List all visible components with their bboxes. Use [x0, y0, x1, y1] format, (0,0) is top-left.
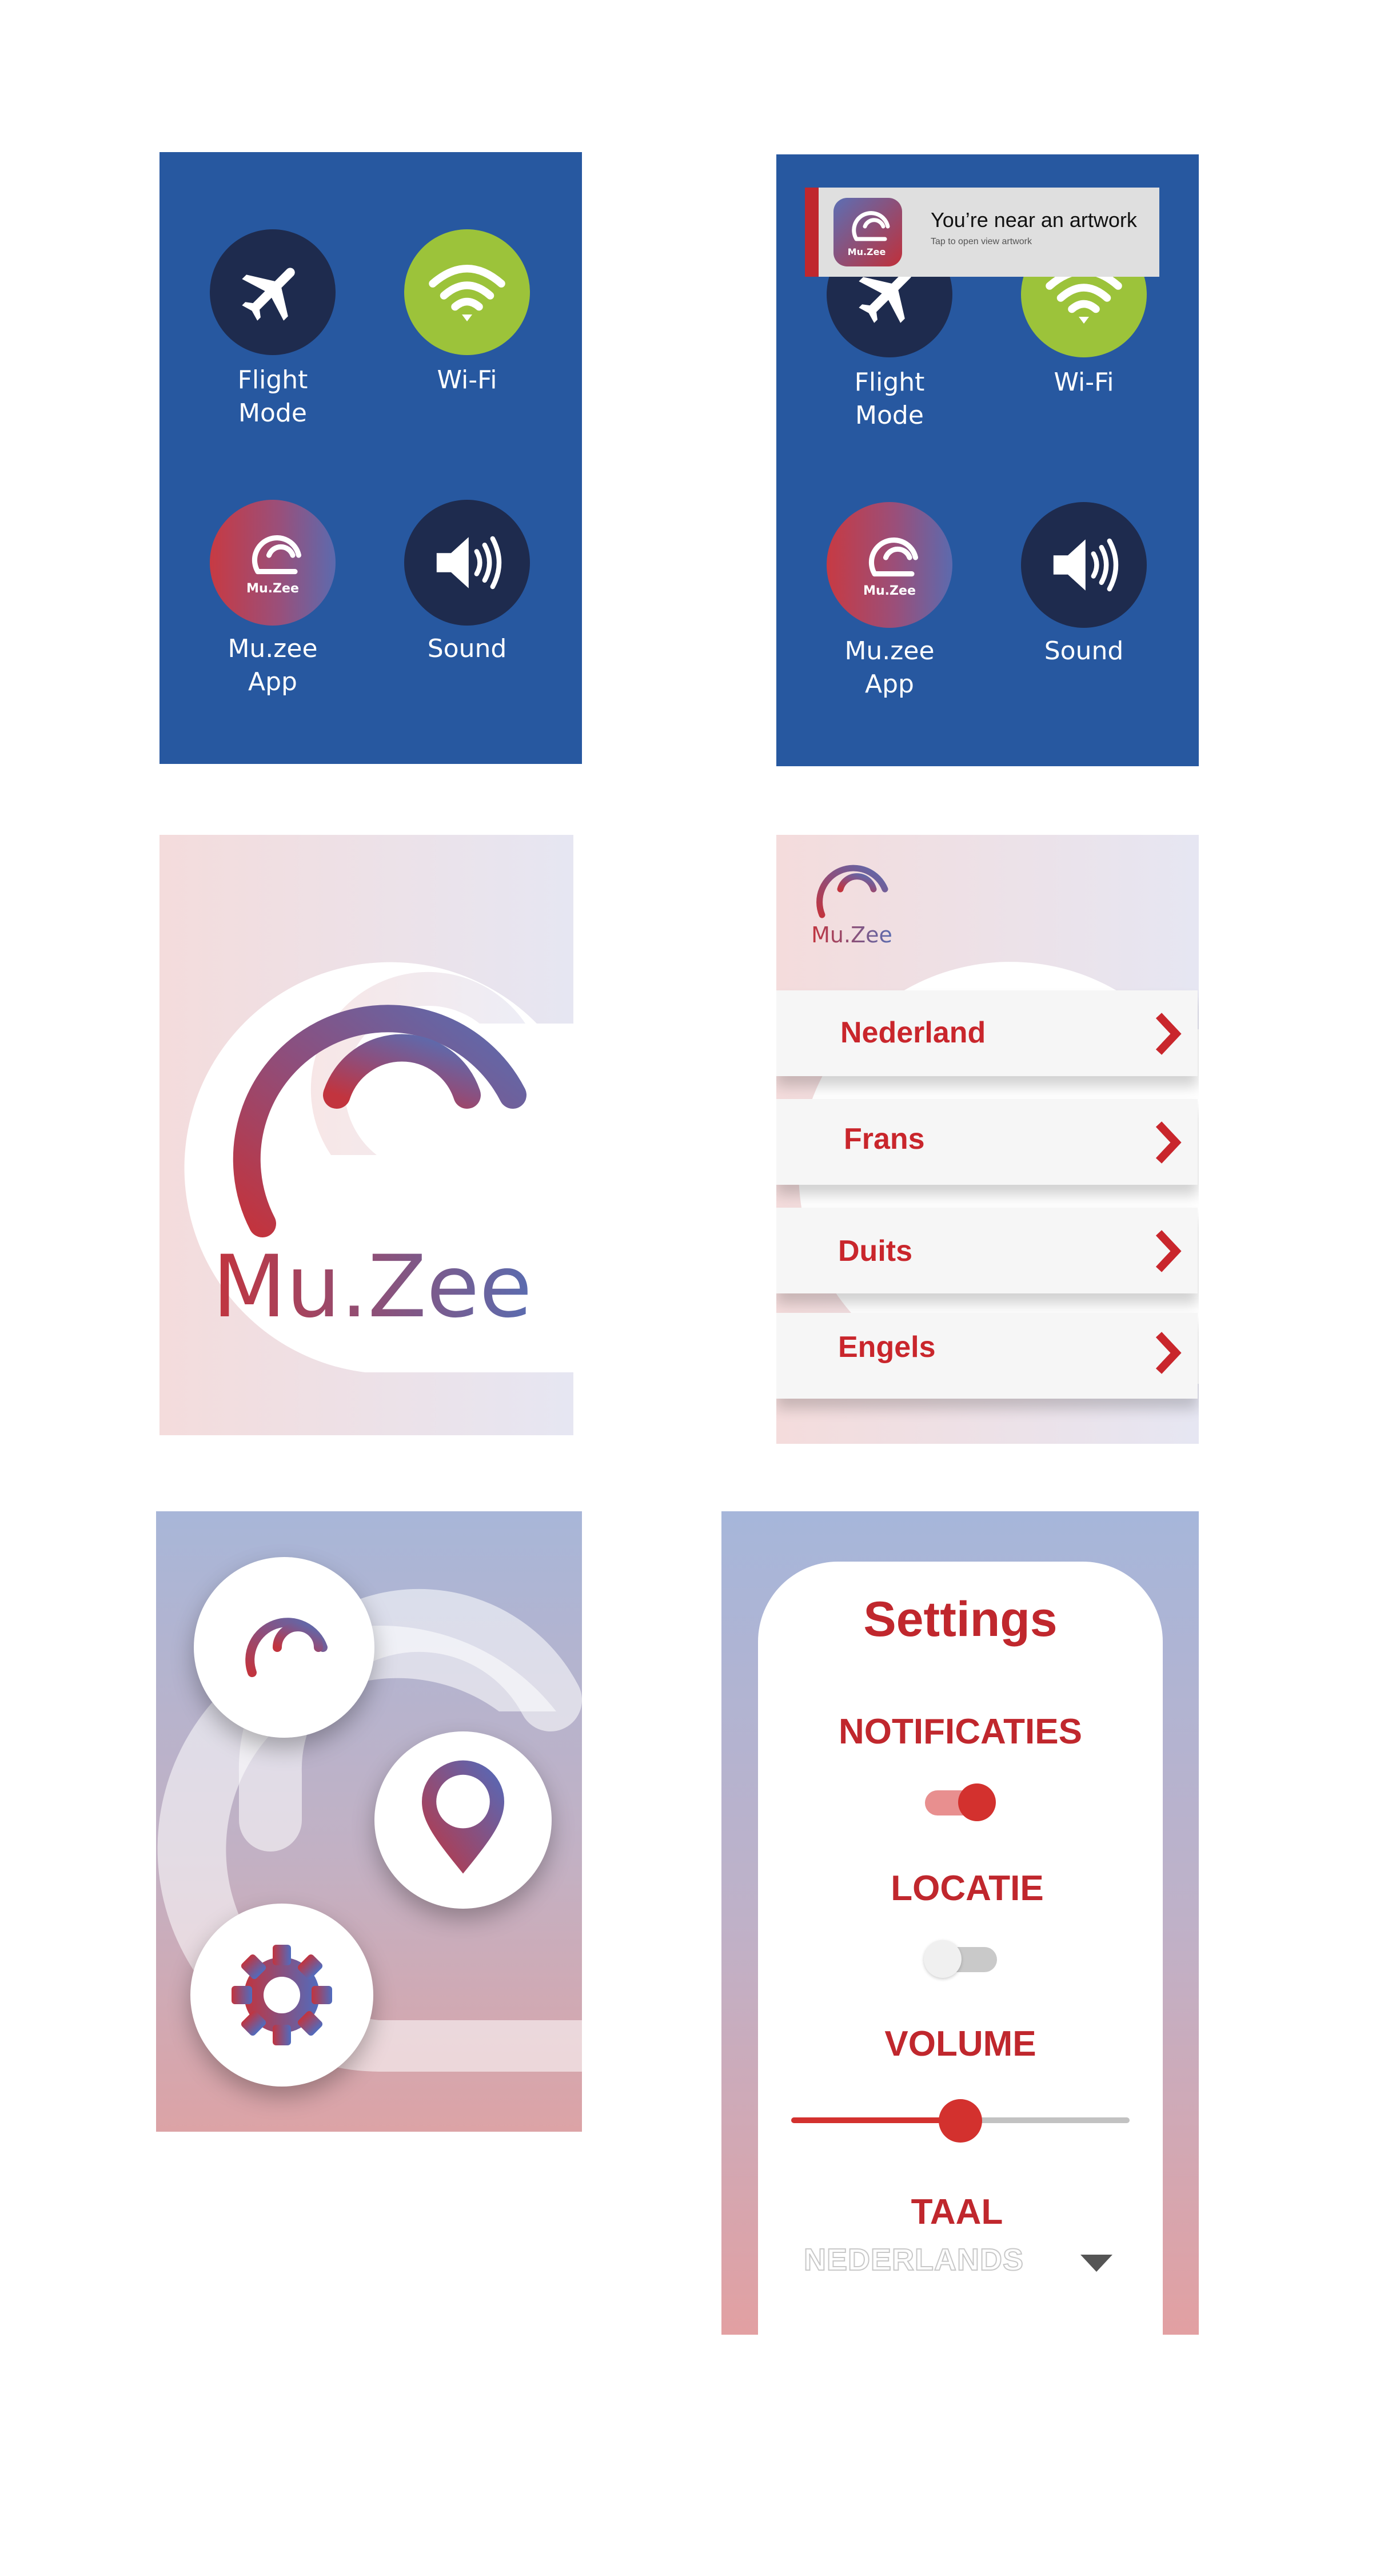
splash-screen: Mu.Zee [159, 835, 573, 1435]
muzee-app-button[interactable]: Mu.Zee [210, 500, 336, 626]
settings-button[interactable] [190, 1904, 373, 2087]
language-item-engels[interactable]: Engels [776, 1313, 1198, 1399]
language-label: Duits [838, 1235, 912, 1268]
sound-toggle[interactable] [404, 500, 530, 626]
muzee-app-label: Mu.zee App [228, 634, 318, 696]
muzee-app-label: Mu.zee App [844, 636, 935, 699]
notification-subtitle: Tap to open view artwork [931, 237, 1032, 246]
language-value: NEDERLANDS [803, 2242, 1024, 2278]
brand-wordmark: Mu.Zee [212, 1237, 532, 1337]
volume-label: VOLUME [884, 2024, 1036, 2064]
app-icon-text: Mu.Zee [863, 583, 916, 598]
gear-icon [232, 1945, 332, 2045]
chevron-right-icon [1155, 1121, 1182, 1164]
speaker-icon [1053, 538, 1119, 592]
notification-accent-bar [805, 188, 819, 277]
muzee-app-button[interactable]: Mu.Zee [827, 502, 952, 628]
chevron-down-icon [1080, 2255, 1112, 2272]
muzee-logo-icon [245, 1618, 328, 1677]
sound-toggle[interactable] [1021, 502, 1147, 628]
muzee-logo-icon: Mu.Zee [863, 538, 919, 598]
menu-logo-text: Mu.Zee [811, 922, 892, 947]
sound-label: Sound [1044, 636, 1124, 666]
language-label: TAAL [911, 2192, 1003, 2232]
chevron-right-icon [1155, 1230, 1182, 1272]
location-pin-icon [422, 1760, 504, 1874]
language-item-duits[interactable]: Duits [776, 1208, 1198, 1293]
wifi-toggle[interactable] [404, 229, 530, 355]
settings-title: Settings [863, 1592, 1058, 1647]
notification-app-icon: Mu.Zee [833, 198, 902, 266]
chevron-right-icon [1155, 1013, 1182, 1055]
wifi-label: Wi-Fi [437, 365, 497, 395]
language-item-frans[interactable]: Frans [776, 1099, 1198, 1185]
notification-icon-text: Mu.Zee [848, 246, 886, 257]
location-label: LOCATIE [891, 1869, 1044, 1908]
settings-card: Settings NOTIFICATIES LOCATIE VOLUME TAA… [758, 1562, 1163, 2335]
muzee-logo-small: Mu.Zee [811, 865, 892, 947]
sound-label: Sound [427, 634, 507, 663]
flight-mode-toggle[interactable] [210, 229, 336, 355]
location-button[interactable] [374, 1731, 552, 1909]
language-label: Engels [838, 1331, 936, 1364]
notification-title: You’re near an artwork [931, 208, 1137, 232]
muzee-home-button[interactable] [194, 1557, 374, 1738]
language-item-nederland[interactable]: Nederland [776, 990, 1198, 1076]
quick-settings-notification-screen: Flight Mode Wi-Fi Mu.Zee Mu.zee App Soun… [776, 154, 1199, 766]
volume-slider[interactable] [791, 2097, 1130, 2143]
language-label: Nederland [840, 1016, 986, 1049]
toggle-knob [958, 1783, 996, 1821]
muzee-logo-icon: Mu.Zee [848, 211, 890, 257]
home-screen [156, 1511, 582, 2132]
quick-settings-screen: Flight Mode Wi-Fi Mu.Zee Mu.zee App Soun… [159, 152, 582, 764]
speaker-icon [436, 536, 502, 590]
language-label: Frans [844, 1122, 925, 1156]
settings-screen: Settings NOTIFICATIES LOCATIE VOLUME TAA… [721, 1511, 1199, 2335]
wifi-label: Wi-Fi [1054, 368, 1114, 397]
airplane-icon [242, 268, 295, 321]
toggle-knob [924, 1940, 962, 1978]
notifications-label: NOTIFICATIES [839, 1712, 1082, 1751]
flight-mode-label: Flight Mode [237, 365, 308, 428]
notifications-toggle[interactable] [925, 1783, 999, 1821]
language-menu-screen: Mu.Zee Nederland Frans Duits Engels [776, 835, 1199, 1444]
language-select[interactable]: NEDERLANDS [803, 2240, 1124, 2286]
flight-mode-label: Flight Mode [854, 368, 925, 430]
app-icon-text: Mu.Zee [246, 581, 299, 596]
muzee-logo: Mu.Zee [212, 1005, 532, 1337]
muzee-logo-icon: Mu.Zee [246, 535, 302, 596]
location-toggle[interactable] [924, 1940, 998, 1978]
slider-fill [791, 2117, 960, 2123]
wifi-icon [429, 265, 505, 321]
chevron-right-icon [1155, 1332, 1182, 1374]
artwork-notification[interactable]: Mu.Zee You’re near an artwork Tap to ope… [805, 188, 1159, 277]
slider-thumb[interactable] [939, 2099, 982, 2143]
